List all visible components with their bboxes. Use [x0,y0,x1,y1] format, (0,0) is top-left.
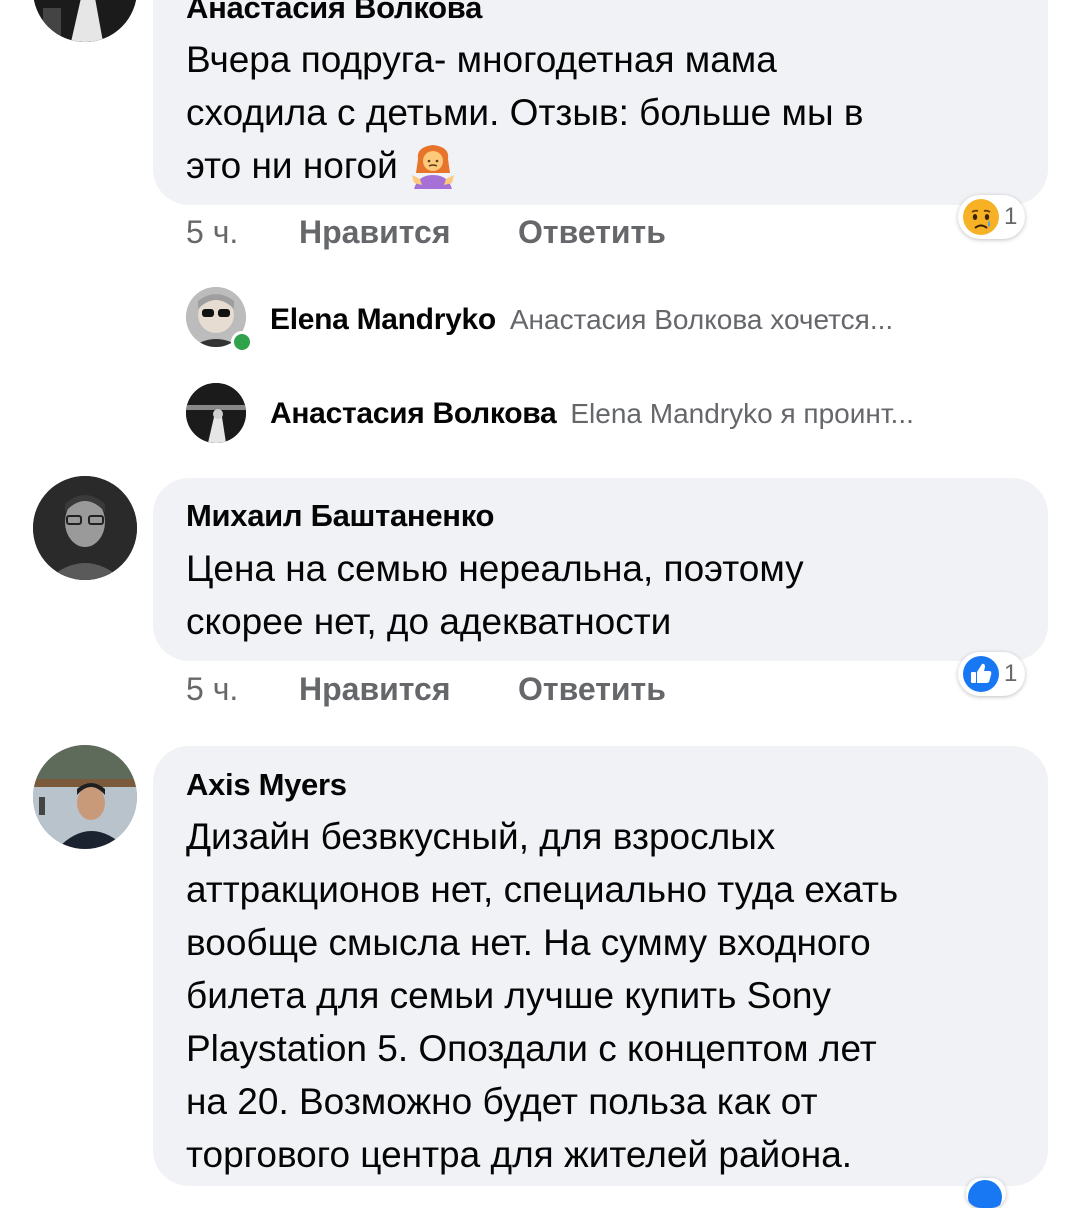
comment-author[interactable]: Анастасия Волкова [186,0,482,26]
online-status-dot [231,331,253,353]
comment-author[interactable]: Axis Myers [186,767,347,803]
like-reaction-icon [968,1180,1002,1208]
avatar[interactable] [33,476,137,580]
comment-text: Цена на семью нереальна, поэтому скорее … [186,548,804,642]
comment-text: Дизайн безвкусный, для взрослых аттракци… [186,816,899,1175]
reply-preview: Elena Mandryko я проинт... [570,398,914,429]
avatar[interactable] [33,0,137,42]
comment-author[interactable]: Михаил Баштаненко [186,498,494,534]
reply-preview: Анастасия Волкова хочется... [509,304,894,335]
reply-button[interactable]: Ответить [518,214,666,251]
reaction-count: 1 [1004,203,1018,230]
reply-author[interactable]: Анастасия Волкова [270,397,557,431]
comment-time[interactable]: 5 ч. [186,671,238,708]
avatar[interactable] [33,745,137,849]
reaction-count: 1 [1004,660,1018,687]
reaction-summary[interactable] [966,1178,1006,1208]
reply-author[interactable]: Elena Mandryko [270,303,496,337]
reply-item[interactable]: Elena Mandryko Анастасия Волкова хочется… [270,290,893,350]
avatar[interactable] [186,383,246,443]
reaction-summary[interactable]: 1 [958,195,1026,239]
comment-text: Вчера подруга- многодетная мама сходила … [186,33,864,192]
person-shrugging-emoji [408,141,458,191]
like-button[interactable]: Нравится [299,214,451,251]
like-button[interactable]: Нравится [299,671,451,708]
reaction-summary[interactable]: 1 [958,652,1026,696]
sad-reaction-icon [963,199,999,235]
reply-button[interactable]: Ответить [518,671,666,708]
comment-time[interactable]: 5 ч. [186,214,238,251]
reply-item[interactable]: Анастасия Волкова Elena Mandryko я проин… [270,384,914,444]
like-reaction-icon [963,656,999,692]
